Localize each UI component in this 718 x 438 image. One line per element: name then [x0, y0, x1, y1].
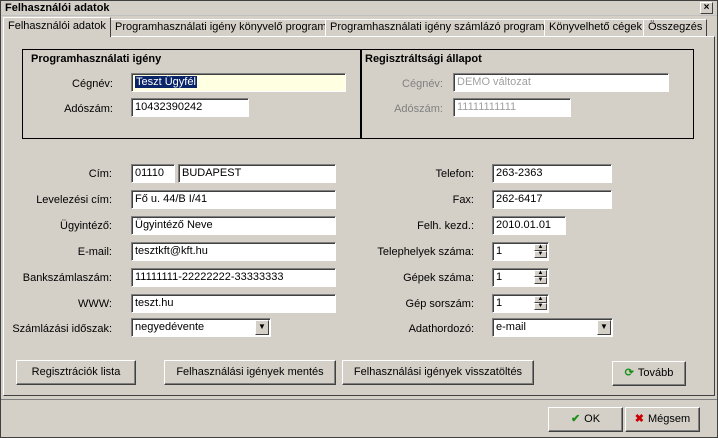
email-input[interactable]: tesztkft@kft.hu: [131, 242, 336, 261]
medium-label: Adathordozó:: [408, 323, 474, 335]
title-bar: Felhasználói adatok ×: [1, 1, 717, 16]
zip-input[interactable]: 01110: [131, 164, 175, 183]
company-label: Cégnév:: [72, 78, 113, 90]
program-request-title: Programhasználati igény: [31, 53, 162, 65]
reload-requests-button[interactable]: Felhasználási igények visszatöltés: [342, 360, 534, 385]
program-request-group: Programhasználati igény Cégnév: Teszt Üg…: [22, 49, 362, 139]
check-icon: ✔: [570, 413, 581, 425]
www-label: WWW:: [77, 298, 112, 310]
address-label: Cím:: [88, 168, 112, 180]
machine-serial-label: Gép sorszám:: [405, 298, 474, 310]
cancel-button[interactable]: ✖ Mégsem: [625, 407, 700, 432]
billing-period-select[interactable]: negyedévente ▼: [131, 318, 271, 337]
tax-label: Adószám:: [64, 103, 113, 115]
tab-strip: Felhasználói adatok Programhasználati ig…: [3, 17, 715, 37]
sites-spin: ▲ ▼: [534, 244, 547, 259]
close-button[interactable]: ×: [700, 2, 713, 14]
bank-account-input[interactable]: 11111111-22222222-33333333: [131, 268, 336, 287]
chevron-down-icon[interactable]: ▼: [597, 320, 611, 335]
machines-count-stepper[interactable]: 1 ▲ ▼: [492, 268, 549, 287]
company-input[interactable]: Teszt Ügyfél: [131, 73, 346, 92]
tab-companies[interactable]: Könyvelhető cégek: [544, 19, 647, 36]
city-input[interactable]: BUDAPEST: [178, 164, 336, 183]
agent-label: Ügyintéző:: [60, 220, 112, 232]
machines-count-value: 1: [496, 271, 503, 283]
fax-label: Fax:: [452, 194, 474, 206]
tab-invoicing-programs[interactable]: Programhasználati igény számlázó program…: [325, 19, 562, 36]
start-date-input[interactable]: 2010.01.01: [492, 216, 566, 235]
phone-input[interactable]: 263-2363: [492, 164, 612, 183]
mail-address-input[interactable]: Fő u. 44/B I/41: [131, 190, 336, 209]
machine-serial-stepper[interactable]: 1 ▲ ▼: [492, 294, 549, 313]
close-icon: ✖: [634, 413, 645, 425]
registration-group: Regisztráltsági állapot Cégnév: DEMO vál…: [360, 49, 694, 139]
tax-input[interactable]: 10432390242: [131, 98, 249, 117]
start-date-label: Felh. kezd.:: [417, 220, 474, 232]
dialog-button-bar: ✔ OK ✖ Mégsem: [1, 399, 717, 437]
tab-user-data[interactable]: Felhasználói adatok: [3, 17, 111, 37]
spin-up-icon[interactable]: ▲: [534, 296, 547, 303]
reg-tax-label: Adószám:: [394, 103, 443, 115]
save-requests-button[interactable]: Felhasználási igények mentés: [164, 360, 336, 385]
tab-accounting-programs[interactable]: Programhasználati igény könyvelő program…: [110, 19, 344, 36]
window-title: Felhasználói adatok: [5, 2, 110, 14]
machine-serial-value: 1: [496, 297, 503, 309]
spin-down-icon[interactable]: ▼: [534, 277, 547, 284]
registration-title: Regisztráltsági állapot: [365, 53, 482, 65]
reg-company-input: DEMO változat: [453, 73, 669, 92]
refresh-icon: ⟳: [624, 367, 634, 379]
next-label: Tovább: [637, 367, 674, 379]
reg-tax-input: 11111111111: [453, 98, 571, 117]
cancel-label: Mégsem: [648, 413, 691, 425]
tab-page-user-data: Programhasználati igény Cégnév: Teszt Üg…: [3, 36, 715, 396]
registrations-list-button[interactable]: Regisztrációk lista: [16, 360, 136, 385]
email-label: E-mail:: [77, 246, 112, 258]
ok-button[interactable]: ✔ OK: [548, 407, 623, 432]
fax-input[interactable]: 262-6417: [492, 190, 612, 209]
next-button[interactable]: ⟳ Tovább: [612, 361, 686, 386]
spin-down-icon[interactable]: ▼: [534, 303, 547, 310]
serial-spin: ▲ ▼: [534, 296, 547, 311]
medium-select[interactable]: e-mail ▼: [492, 318, 613, 337]
agent-input[interactable]: Ügyintéző Neve: [131, 216, 336, 235]
bank-account-label: Bankszámlaszám:: [22, 272, 112, 284]
www-input[interactable]: teszt.hu: [131, 294, 336, 313]
tab-summary[interactable]: Összegzés: [643, 19, 708, 36]
ok-label: OK: [584, 413, 601, 425]
chevron-down-icon[interactable]: ▼: [255, 320, 269, 335]
sites-count-stepper[interactable]: 1 ▲ ▼: [492, 242, 549, 261]
sites-count-label: Telephelyek száma:: [377, 246, 474, 258]
mail-address-label: Levelezési cím:: [36, 194, 112, 206]
billing-period-value: negyedévente: [135, 321, 205, 333]
main-window: Felhasználói adatok × Felhasználói adato…: [0, 0, 718, 438]
phone-label: Telefon:: [435, 168, 474, 180]
reg-company-label: Cégnév:: [402, 78, 443, 90]
medium-value: e-mail: [496, 321, 526, 333]
spin-down-icon[interactable]: ▼: [534, 251, 547, 258]
sites-count-value: 1: [496, 245, 503, 257]
spin-up-icon[interactable]: ▲: [534, 270, 547, 277]
machines-spin: ▲ ▼: [534, 270, 547, 285]
spin-up-icon[interactable]: ▲: [534, 244, 547, 251]
billing-period-label: Számlázási időszak:: [12, 323, 112, 335]
machines-count-label: Gépek száma:: [403, 272, 474, 284]
